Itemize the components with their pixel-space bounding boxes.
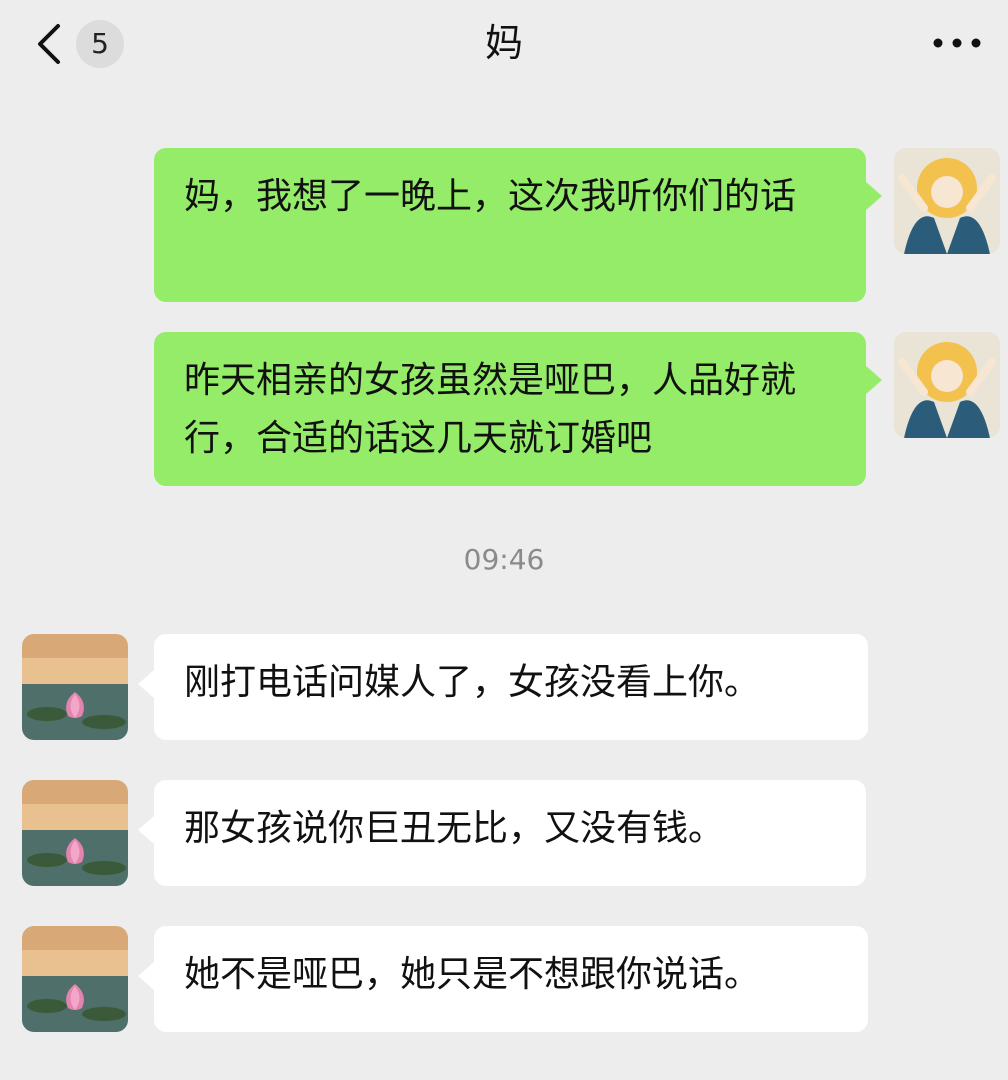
chat-title: 妈 xyxy=(484,21,523,65)
my-avatar[interactable] xyxy=(894,332,1000,438)
outgoing-message-bubble[interactable]: 妈，我想了一晚上，这次我听你们的话 xyxy=(154,148,866,302)
bubble-tail xyxy=(866,182,882,210)
message-text: 妈，我想了一晚上，这次我听你们的话 xyxy=(184,176,797,217)
chat-header: 5 妈 xyxy=(0,0,1008,90)
incoming-message-bubble[interactable]: 那女孩说你巨丑无比，又没有钱。 xyxy=(154,780,866,886)
bubble-tail xyxy=(138,670,154,698)
more-dots-icon[interactable] xyxy=(930,30,984,56)
message-text: 昨天相亲的女孩虽然是哑巴，人品好就行，合适的话这几天就订婚吧 xyxy=(184,360,797,459)
bubble-tail xyxy=(866,366,882,394)
contact-avatar[interactable] xyxy=(22,780,128,886)
bubble-tail xyxy=(138,816,154,844)
bubble-tail xyxy=(138,962,154,990)
my-avatar[interactable] xyxy=(894,148,1000,254)
message-text: 刚打电话问媒人了，女孩没看上你。 xyxy=(184,662,761,703)
message-text: 那女孩说你巨丑无比，又没有钱。 xyxy=(184,808,725,849)
outgoing-message-bubble[interactable]: 昨天相亲的女孩虽然是哑巴，人品好就行，合适的话这几天就订婚吧 xyxy=(154,332,866,486)
contact-avatar[interactable] xyxy=(22,634,128,740)
message-text: 她不是哑巴，她只是不想跟你说话。 xyxy=(184,954,761,995)
chat-screen: 5 妈 妈，我想了一晚上，这次我听你们的话 昨天相亲的女孩虽然是哑巴，人品好就行… xyxy=(0,0,1008,1080)
incoming-message-bubble[interactable]: 刚打电话问媒人了，女孩没看上你。 xyxy=(154,634,868,740)
back-chevron-icon[interactable] xyxy=(30,22,70,66)
incoming-message-bubble[interactable]: 她不是哑巴，她只是不想跟你说话。 xyxy=(154,926,868,1032)
contact-avatar[interactable] xyxy=(22,926,128,1032)
message-timestamp: 09:46 xyxy=(463,543,545,576)
unread-count-badge[interactable]: 5 xyxy=(76,20,124,68)
